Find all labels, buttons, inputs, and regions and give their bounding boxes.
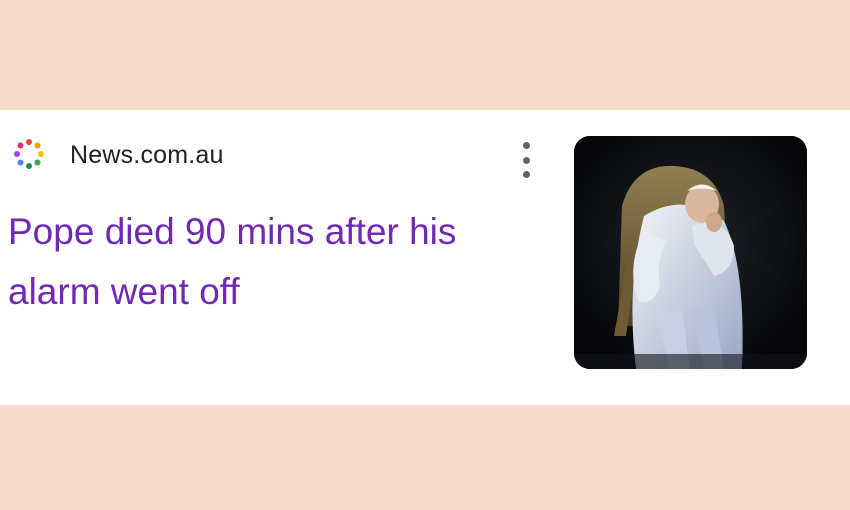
- news-thumbnail[interactable]: [574, 136, 807, 369]
- headline-link[interactable]: Pope died 90 mins after his alarm went o…: [8, 202, 548, 322]
- news-photo: [574, 136, 807, 369]
- more-vert-icon-dot: [522, 171, 530, 178]
- newsroom-dots-icon: [14, 139, 44, 169]
- source-name[interactable]: News.com.au: [70, 141, 224, 170]
- more-vert-icon-dot: [522, 156, 530, 164]
- more-vert-icon: [522, 142, 530, 149]
- source-row: News.com.au: [12, 138, 224, 172]
- news-card[interactable]: News.com.au Pope died 90 mins after his …: [0, 110, 850, 405]
- more-options-button[interactable]: [512, 142, 540, 178]
